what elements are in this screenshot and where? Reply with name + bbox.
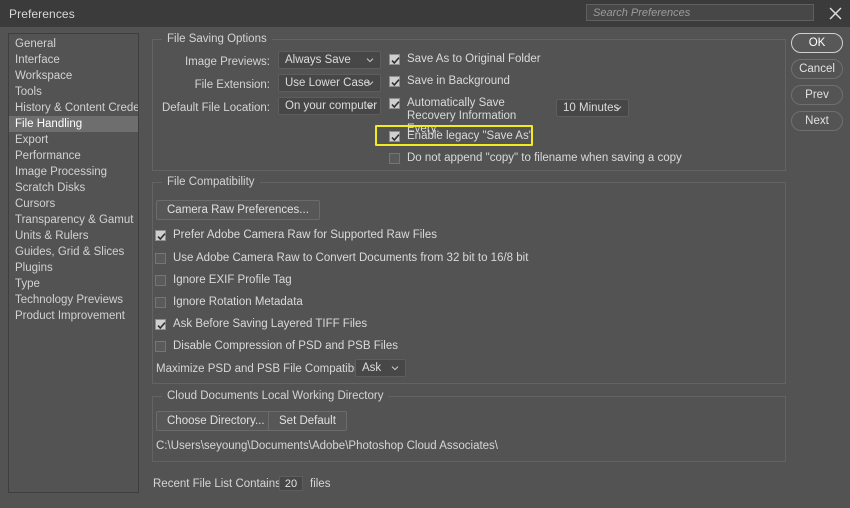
ask-before-saving-layered-tiff-checkbox[interactable]: Ask Before Saving Layered TIFF Files [155, 318, 367, 331]
ok-button[interactable]: OK [791, 33, 843, 53]
sidebar-item-guides-grid-slices[interactable]: Guides, Grid & Slices [9, 244, 138, 260]
checkbox-checked-icon [155, 319, 166, 330]
checkbox-checked-icon [155, 230, 166, 241]
sidebar-item-general[interactable]: General [9, 36, 138, 52]
choose-directory-button[interactable]: Choose Directory... [156, 411, 276, 431]
auto-save-interval-select[interactable]: 10 Minutes [556, 99, 629, 117]
sidebar-item-tools[interactable]: Tools [9, 84, 138, 100]
use-acr-convert-label: Use Adobe Camera Raw to Convert Document… [173, 252, 529, 264]
maximize-compatibility-value: Ask [362, 362, 382, 374]
sidebar-item-scratch-disks[interactable]: Scratch Disks [9, 180, 138, 196]
checkbox-checked-icon [389, 131, 400, 142]
chevron-down-icon [366, 56, 374, 64]
save-in-background-label: Save in Background [407, 75, 510, 87]
default-file-location-value: On your computer [285, 100, 378, 112]
use-acr-convert-checkbox[interactable]: Use Adobe Camera Raw to Convert Document… [155, 252, 528, 265]
save-as-to-original-folder-checkbox[interactable]: Save As to Original Folder [389, 53, 541, 66]
sidebar-item-file-handling[interactable]: File Handling [9, 116, 138, 132]
do-not-append-copy-label: Do not append "copy" to filename when sa… [407, 152, 682, 164]
default-file-location-label: Default File Location: [161, 102, 270, 114]
auto-save-interval-value: 10 Minutes [563, 102, 620, 114]
image-previews-value: Always Save [285, 54, 351, 66]
category-sidebar[interactable]: General Interface Workspace Tools Histor… [8, 33, 139, 493]
preferences-dialog: Preferences General Interface Workspace … [0, 0, 850, 508]
set-default-button[interactable]: Set Default [268, 411, 347, 431]
sidebar-item-history-content-credentials[interactable]: History & Content Credentials [9, 100, 138, 116]
sidebar-item-interface[interactable]: Interface [9, 52, 138, 68]
checkbox-checked-icon [389, 54, 400, 65]
file-extension-select[interactable]: Use Lower Case [278, 74, 381, 92]
search-input[interactable] [587, 6, 813, 19]
sidebar-item-technology-previews[interactable]: Technology Previews [9, 292, 138, 308]
sidebar-item-performance[interactable]: Performance [9, 148, 138, 164]
camera-raw-preferences-button[interactable]: Camera Raw Preferences... [156, 200, 320, 220]
ask-before-saving-layered-tiff-label: Ask Before Saving Layered TIFF Files [173, 318, 368, 330]
sidebar-item-plugins[interactable]: Plugins [9, 260, 138, 276]
save-in-background-checkbox[interactable]: Save in Background [389, 75, 510, 88]
next-button[interactable]: Next [791, 111, 843, 131]
prefer-adobe-camera-raw-checkbox[interactable]: Prefer Adobe Camera Raw for Supported Ra… [155, 229, 437, 242]
ignore-exif-profile-tag-checkbox[interactable]: Ignore EXIF Profile Tag [155, 274, 292, 287]
file-compatibility-legend: File Compatibility [162, 176, 260, 188]
sidebar-item-transparency-gamut[interactable]: Transparency & Gamut [9, 212, 138, 228]
checkbox-unchecked-icon [155, 275, 166, 286]
cancel-button[interactable]: Cancel [791, 59, 843, 79]
checkbox-unchecked-icon [155, 297, 166, 308]
close-icon[interactable] [826, 4, 844, 22]
file-extension-label: File Extension: [194, 79, 270, 91]
disable-compression-label: Disable Compression of PSD and PSB Files [173, 340, 398, 352]
checkbox-unchecked-icon [155, 253, 166, 264]
recent-file-list-label: Recent File List Contains: [153, 478, 285, 490]
checkbox-checked-icon [389, 76, 400, 87]
file-extension-value: Use Lower Case [285, 77, 371, 89]
default-file-location-select[interactable]: On your computer [278, 97, 381, 115]
file-saving-options-legend: File Saving Options [162, 33, 272, 45]
save-as-to-original-folder-label: Save As to Original Folder [407, 53, 541, 65]
ignore-rotation-metadata-checkbox[interactable]: Ignore Rotation Metadata [155, 296, 303, 309]
prefer-adobe-camera-raw-label: Prefer Adobe Camera Raw for Supported Ra… [173, 229, 437, 241]
disable-compression-checkbox[interactable]: Disable Compression of PSD and PSB Files [155, 340, 398, 353]
prev-button[interactable]: Prev [791, 85, 843, 105]
sidebar-item-export[interactable]: Export [9, 132, 138, 148]
checkbox-checked-icon [389, 98, 400, 109]
enable-legacy-save-as-label: Enable legacy "Save As" [407, 130, 533, 142]
checkbox-unchecked-icon [155, 341, 166, 352]
ignore-rotation-metadata-label: Ignore Rotation Metadata [173, 296, 303, 308]
sidebar-item-units-rulers[interactable]: Units & Rulers [9, 228, 138, 244]
cloud-documents-path: C:\Users\seyoung\Documents\Adobe\Photosh… [156, 440, 498, 452]
maximize-compatibility-select[interactable]: Ask [355, 359, 406, 377]
sidebar-item-product-improvement[interactable]: Product Improvement [9, 308, 138, 324]
chevron-down-icon [366, 79, 374, 87]
chevron-down-icon [614, 104, 622, 112]
chevron-down-icon [366, 102, 374, 110]
do-not-append-copy-checkbox[interactable]: Do not append "copy" to filename when sa… [389, 152, 682, 165]
maximize-compatibility-label: Maximize PSD and PSB File Compatibility: [156, 363, 374, 375]
sidebar-item-image-processing[interactable]: Image Processing [9, 164, 138, 180]
dialog-button-column: OK Cancel Prev Next [791, 33, 843, 137]
sidebar-item-type[interactable]: Type [9, 276, 138, 292]
image-previews-label: Image Previews: [184, 56, 270, 68]
sidebar-item-workspace[interactable]: Workspace [9, 68, 138, 84]
chevron-down-icon [391, 364, 399, 372]
recent-file-list-input[interactable] [279, 476, 303, 491]
page-title: Preferences [9, 6, 75, 21]
cloud-documents-legend: Cloud Documents Local Working Directory [162, 390, 389, 402]
enable-legacy-save-as-checkbox[interactable]: Enable legacy "Save As" [389, 130, 533, 143]
recent-file-list-suffix: files [310, 478, 331, 490]
sidebar-item-cursors[interactable]: Cursors [9, 196, 138, 212]
search-preferences-box[interactable] [586, 4, 814, 21]
checkbox-unchecked-icon [389, 153, 400, 164]
ignore-exif-profile-tag-label: Ignore EXIF Profile Tag [173, 274, 292, 286]
image-previews-select[interactable]: Always Save [278, 51, 381, 69]
